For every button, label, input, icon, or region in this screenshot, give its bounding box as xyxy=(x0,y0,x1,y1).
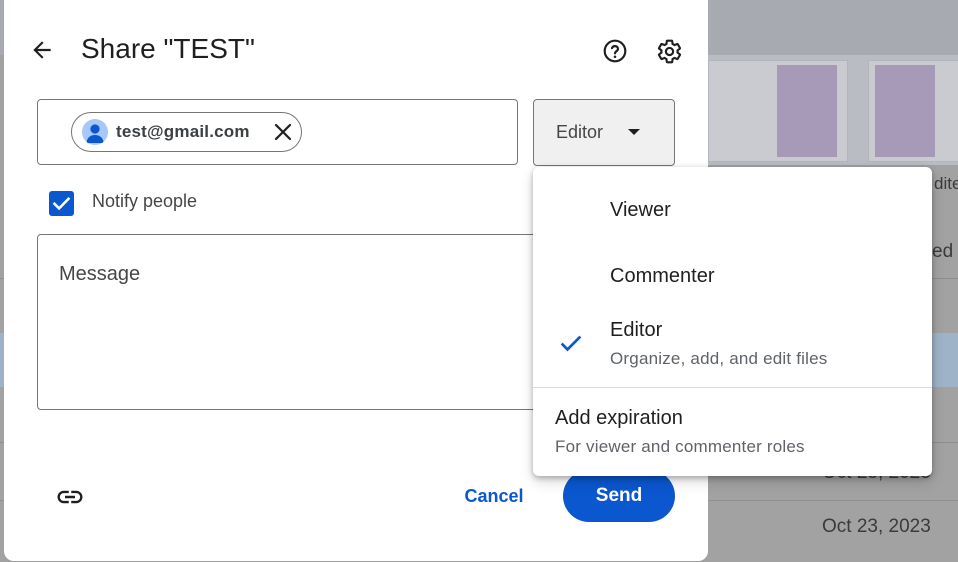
copy-link-button[interactable] xyxy=(50,477,90,517)
add-people-input[interactable]: test@gmail.com xyxy=(37,99,518,165)
remove-recipient-button[interactable] xyxy=(273,122,293,142)
message-placeholder: Message xyxy=(59,263,141,285)
add-expiration-option[interactable]: Add expiration For viewer and commenter … xyxy=(533,389,932,473)
background-preview-panel xyxy=(700,55,958,165)
role-option-label: Editor xyxy=(610,319,663,341)
role-option-label: Commenter xyxy=(610,265,715,287)
role-option-viewer[interactable]: Viewer xyxy=(533,177,932,243)
help-button[interactable] xyxy=(598,34,632,68)
file-thumbnail xyxy=(708,60,848,162)
link-icon xyxy=(57,490,83,504)
gear-icon xyxy=(657,39,681,63)
check-icon xyxy=(560,335,582,352)
notify-people-checkbox[interactable] xyxy=(49,191,74,216)
role-option-commenter[interactable]: Commenter xyxy=(533,243,932,309)
add-expiration-description: For viewer and commenter roles xyxy=(555,437,805,456)
role-select-value: Editor xyxy=(556,122,604,142)
caret-down-icon xyxy=(628,129,640,135)
person-icon xyxy=(82,119,108,145)
add-expiration-label: Add expiration xyxy=(555,407,683,429)
role-option-label: Viewer xyxy=(610,199,671,221)
notify-people-label: Notify people xyxy=(92,191,198,211)
close-icon xyxy=(274,123,292,141)
arrow-left-icon xyxy=(33,41,51,59)
back-button[interactable] xyxy=(26,34,58,66)
message-field[interactable]: Message xyxy=(37,234,557,410)
role-option-editor[interactable]: Editor Organize, add, and edit files xyxy=(533,309,932,385)
dialog-title: Share "TEST" xyxy=(81,33,255,64)
recipient-email: test@gmail.com xyxy=(116,122,250,141)
help-circle-icon xyxy=(603,39,627,63)
settings-button[interactable] xyxy=(652,34,686,68)
background-partial-text: ed xyxy=(932,241,954,262)
menu-divider xyxy=(533,387,932,388)
check-icon xyxy=(52,196,71,211)
send-button[interactable]: Send xyxy=(563,470,675,522)
background-partial-text: dite xyxy=(934,174,958,193)
file-thumbnail xyxy=(868,60,958,162)
recipient-chip[interactable]: test@gmail.com xyxy=(71,112,302,152)
role-select[interactable]: Editor xyxy=(533,99,675,166)
role-option-description: Organize, add, and edit files xyxy=(610,349,828,368)
cancel-button[interactable]: Cancel xyxy=(444,474,544,518)
background-date: Oct 23, 2023 xyxy=(822,516,931,537)
role-menu: Viewer Commenter Editor Organize, add, a… xyxy=(533,167,932,476)
